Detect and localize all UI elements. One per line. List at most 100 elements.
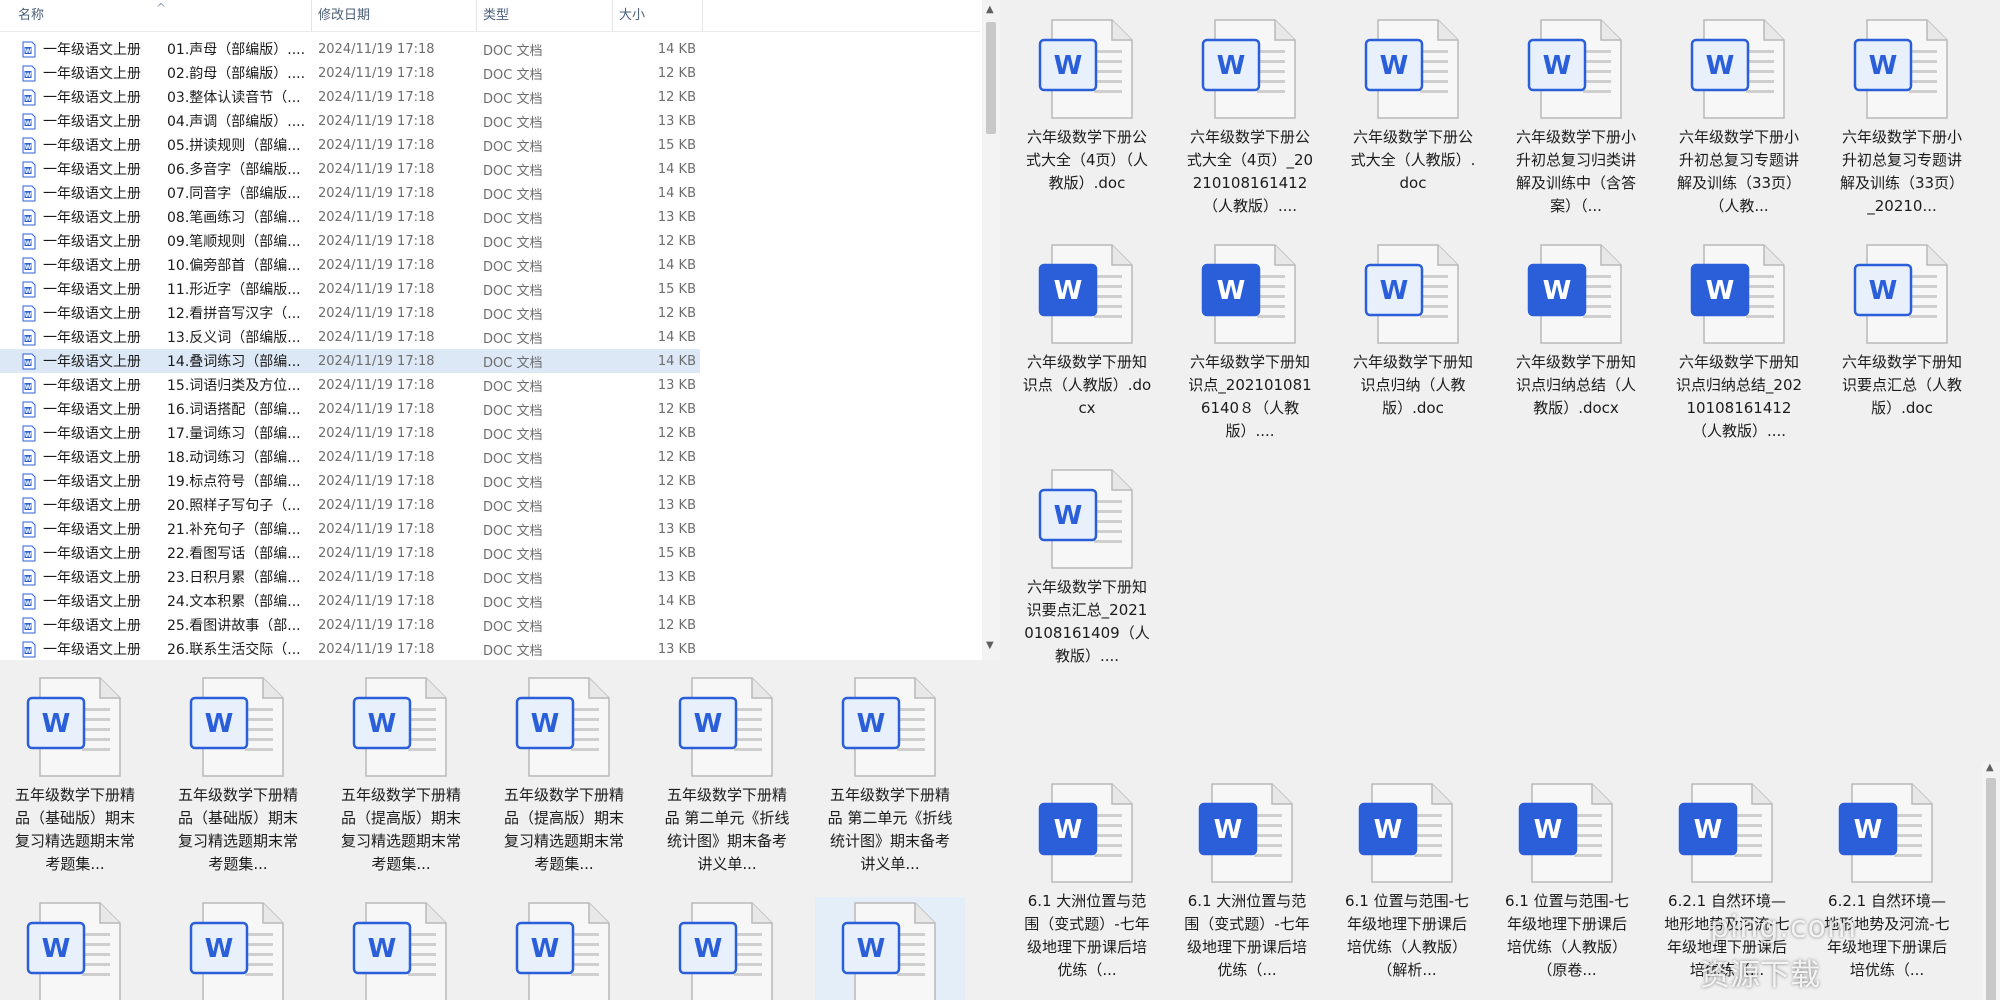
file-size: 12 KB — [657, 473, 696, 489]
file-tile[interactable]: W — [489, 897, 639, 1000]
file-date: 2024/11/19 17:18 — [318, 305, 435, 321]
file-row[interactable]: W 一年级语文上册 23.日积月累（部编... 2024/11/19 17:18 DOC… — [0, 565, 700, 589]
file-row[interactable]: W 一年级语文上册 19.标点符号（部编... 2024/11/19 17:18 DOC… — [0, 469, 700, 493]
file-row[interactable]: W 一年级语文上册 10.偏旁部首（部编... 2024/11/19 17:18 DOC… — [0, 253, 700, 277]
column-header-size[interactable]: 大小 — [613, 0, 703, 32]
file-tile[interactable]: W 六年级数学下册公式大全（人教版）.doc — [1338, 14, 1488, 195]
details-scrollbar[interactable]: ▲ ▼ — [982, 0, 1000, 660]
file-row[interactable]: W 一年级语文上册 02.韵母（部编版）.... 2024/11/19 17:18 DO… — [0, 61, 700, 85]
file-tile[interactable]: W — [0, 897, 150, 1000]
file-row[interactable]: W 一年级语文上册 14.叠词练习（部编... 2024/11/19 17:18 DOC… — [0, 349, 700, 373]
file-tile[interactable]: W 六年级数学下册公式大全（4页）_20210108161412（人教版）.... — [1175, 14, 1325, 218]
file-tile[interactable]: W 6.1 位置与范围-七年级地理下册课后培优练（人教版）（原卷... — [1492, 778, 1642, 982]
svg-text:W: W — [25, 168, 32, 175]
icon-grid-scrollbar[interactable]: ▲ — [1982, 762, 2000, 1000]
file-tile[interactable]: W 六年级数学下册小升初总复习专题讲解及训练（33页）_20210... — [1827, 14, 1977, 218]
file-row[interactable]: W 一年级语文上册 22.看图写话（部编... 2024/11/19 17:18 DOC… — [0, 541, 700, 565]
file-tile[interactable]: W 五年级数学下册精品（基础版）期末复习精选题期末常考题集... — [163, 672, 313, 876]
file-title: 22.看图写话（部编... — [167, 546, 301, 562]
file-tile[interactable]: W 六年级数学下册知识点归纳（人教版）.doc — [1338, 239, 1488, 420]
scrollbar-thumb[interactable] — [986, 22, 996, 134]
file-tile[interactable]: W 6.2.1 自然环境—地形地势及河流-七年级地理下册课后培优练（... — [1812, 778, 1962, 982]
file-tile[interactable]: W 六年级数学下册知识点归纳总结（人教版）.docx — [1501, 239, 1651, 420]
scrollbar-thumb[interactable] — [1986, 778, 1996, 1000]
file-date: 2024/11/19 17:18 — [318, 137, 435, 153]
word-doc-icon: W — [21, 113, 37, 130]
file-row[interactable]: W 一年级语文上册 17.量词练习（部编... 2024/11/19 17:18 DOC… — [0, 421, 700, 445]
word-doc-icon: W — [21, 65, 37, 82]
file-row[interactable]: W 一年级语文上册 01.声母（部编版）.... 2024/11/19 17:18 DO… — [0, 37, 700, 61]
file-row[interactable]: W 一年级语文上册 03.整体认读音节（... 2024/11/19 17:18 DOC… — [0, 85, 700, 109]
svg-text:W: W — [1543, 276, 1572, 306]
file-title: 01.声母（部编版）.... — [167, 42, 306, 58]
file-tile[interactable]: W 六年级数学下册知识要点汇总_20210108161409（人教版）.... — [1012, 464, 1162, 668]
file-row[interactable]: W 一年级语文上册 16.词语搭配（部编... 2024/11/19 17:18 DOC… — [0, 397, 700, 421]
word-doc-icon: W — [21, 353, 37, 370]
column-header-type[interactable]: 类型 — [477, 0, 613, 32]
file-row[interactable]: W 一年级语文上册 07.同音字（部编版... 2024/11/19 17:18 DOC… — [0, 181, 700, 205]
file-title: 10.偏旁部首（部编... — [167, 258, 301, 274]
file-tile[interactable]: W 六年级数学下册小升初总复习专题讲解及训练（33页）（人教... — [1664, 14, 1814, 218]
file-row[interactable]: W 一年级语文上册 05.拼读规则（部编... 2024/11/19 17:18 DOC… — [0, 133, 700, 157]
word-doc-icon: W — [21, 497, 37, 514]
file-row[interactable]: W 一年级语文上册 06.多音字（部编版... 2024/11/19 17:18 DOC… — [0, 157, 700, 181]
file-tile-label: 6.1 大洲位置与范围（变式题）-七年级地理下册课后培优练（... — [1024, 892, 1150, 979]
file-tile[interactable]: W 五年级数学下册精品（提高版）期末复习精选题期末常考题集... — [326, 672, 476, 876]
word-doc-icon: W — [1032, 464, 1142, 574]
file-tile[interactable]: W 五年级数学下册精品（基础版）期末复习精选题期末常考题集... — [0, 672, 150, 876]
file-tile[interactable]: W — [163, 897, 313, 1000]
file-tile[interactable]: W 六年级数学下册知识要点汇总（人教版）.doc — [1827, 239, 1977, 420]
file-row[interactable]: W 一年级语文上册 08.笔画练习（部编... 2024/11/19 17:18 DOC… — [0, 205, 700, 229]
file-row[interactable]: W 一年级语文上册 25.看图讲故事（部... 2024/11/19 17:18 DOC… — [0, 613, 700, 637]
file-size: 12 KB — [657, 401, 696, 417]
file-tile-label: 六年级数学下册知识点_2021010816140８（人教版）.... — [1188, 353, 1312, 440]
file-row[interactable]: W 一年级语文上册 15.词语归类及方位... 2024/11/19 17:18 DOC… — [0, 373, 700, 397]
file-row[interactable]: W 一年级语文上册 18.动词练习（部编... 2024/11/19 17:18 DOC… — [0, 445, 700, 469]
file-tile[interactable]: W 五年级数学下册精品（提高版）期末复习精选题期末常考题集... — [489, 672, 639, 876]
file-tile[interactable]: W 六年级数学下册公式大全（4页）（人教版）.doc — [1012, 14, 1162, 195]
file-tile[interactable]: W 六年级数学下册知识点（人教版）.docx — [1012, 239, 1162, 420]
file-tile[interactable]: W 六年级数学下册小升初总复习归类讲解及训练中（含答案）（... — [1501, 14, 1651, 218]
file-row[interactable]: W 一年级语文上册 11.形近字（部编版... 2024/11/19 17:18 DOC… — [0, 277, 700, 301]
file-type: DOC 文档 — [483, 619, 543, 635]
scroll-up-icon[interactable]: ▲ — [986, 4, 994, 15]
file-tile[interactable]: W 6.1 位置与范围-七年级地理下册课后培优练（人教版）（解析... — [1332, 778, 1482, 982]
file-type: DOC 文档 — [483, 547, 543, 563]
file-row[interactable]: W 一年级语文上册 04.声调（部编版）.... 2024/11/19 17:18 DO… — [0, 109, 700, 133]
column-header-date[interactable]: 修改日期 — [312, 0, 477, 32]
svg-text:W: W — [25, 432, 32, 439]
file-size: 13 KB — [657, 497, 696, 513]
file-tile[interactable]: W — [326, 897, 476, 1000]
file-tile[interactable]: W 六年级数学下册知识点_2021010816140８（人教版）.... — [1175, 239, 1325, 443]
svg-text:W: W — [1217, 276, 1246, 306]
file-name: 一年级语文上册 — [43, 354, 141, 370]
file-date: 2024/11/19 17:18 — [318, 257, 435, 273]
svg-text:W: W — [1214, 815, 1243, 845]
file-tile[interactable]: W 六年级数学下册知识点归纳总结_20210108161412（人教版）.... — [1664, 239, 1814, 443]
word-doc-icon: W — [183, 897, 293, 1000]
svg-text:W: W — [1054, 815, 1083, 845]
file-tile[interactable]: W 6.1 大洲位置与范围（变式题）-七年级地理下册课后培优练（... — [1172, 778, 1322, 982]
svg-text:W: W — [25, 504, 32, 511]
file-tile[interactable]: W 五年级数学下册精品 第二单元《折线统计图》期末备考讲义单... — [652, 672, 802, 876]
file-row[interactable]: W 一年级语文上册 21.补充句子（部编... 2024/11/19 17:18 DOC… — [0, 517, 700, 541]
scroll-up-icon[interactable]: ▲ — [1986, 762, 1994, 773]
screenshot-collage: 名称 ^ 修改日期 类型 大小 W 一年级语文上册 01.声母（部编版）.... 20… — [0, 0, 2000, 1000]
file-type: DOC 文档 — [483, 163, 543, 179]
file-tile-label: 六年级数学下册知识点归纳（人教版）.doc — [1352, 353, 1473, 417]
file-row[interactable]: W 一年级语文上册 09.笔顺规则（部编... 2024/11/19 17:18 DOC… — [0, 229, 700, 253]
file-date: 2024/11/19 17:18 — [318, 209, 435, 225]
file-row[interactable]: W 一年级语文上册 12.看拼音写汉字（... 2024/11/19 17:18 DOC… — [0, 301, 700, 325]
file-row[interactable]: W 一年级语文上册 26.联系生活交际（... 2024/11/19 17:18 DOC… — [0, 637, 700, 661]
file-tile[interactable]: W — [815, 897, 965, 1000]
file-row[interactable]: W 一年级语文上册 24.文本积累（部编... 2024/11/19 17:18 DOC… — [0, 589, 700, 613]
file-size: 12 KB — [657, 617, 696, 633]
scroll-down-icon[interactable]: ▼ — [986, 640, 994, 651]
file-tile-label: 六年级数学下册知识要点汇总（人教版）.doc — [1841, 353, 1962, 417]
file-tile[interactable]: W 五年级数学下册精品 第二单元《折线统计图》期末备考讲义单... — [815, 672, 965, 876]
file-tile[interactable]: W — [652, 897, 802, 1000]
column-header-name[interactable]: 名称 ^ — [0, 0, 312, 32]
file-row[interactable]: W 一年级语文上册 13.反义词（部编版... 2024/11/19 17:18 DOC… — [0, 325, 700, 349]
file-tile[interactable]: W 6.1 大洲位置与范围（变式题）-七年级地理下册课后培优练（... — [1012, 778, 1162, 982]
file-row[interactable]: W 一年级语文上册 20.照样子写句子（... 2024/11/19 17:18 DOC… — [0, 493, 700, 517]
